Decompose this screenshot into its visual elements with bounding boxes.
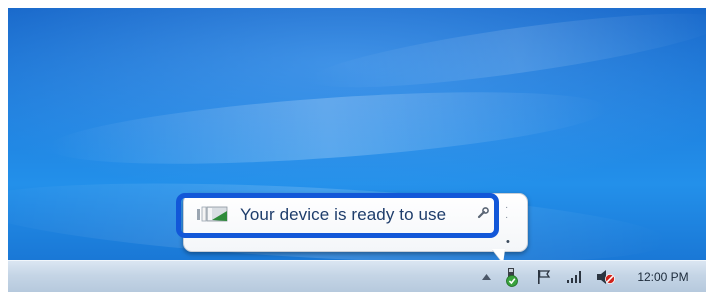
wrench-icon[interactable]	[476, 206, 490, 220]
safely-remove-hardware-icon[interactable]	[499, 261, 523, 292]
wallpaper-streak	[46, 78, 610, 178]
network-signal-icon[interactable]	[564, 261, 586, 292]
flag-icon	[538, 269, 551, 284]
usb-check-icon	[506, 267, 518, 287]
chevron-up-icon	[481, 273, 491, 280]
show-hidden-icons-arrow[interactable]	[478, 261, 494, 292]
balloon-fragment: •	[506, 236, 510, 248]
speaker-muted-icon	[597, 269, 615, 284]
system-clock[interactable]: 12:00 PM	[630, 261, 696, 292]
usb-device-icon	[197, 206, 228, 222]
action-center-flag-icon[interactable]	[533, 261, 555, 292]
balloon-close-dots[interactable]: · ·	[505, 203, 508, 223]
taskbar: 12:00 PM	[8, 260, 706, 292]
volume-muted-icon[interactable]	[594, 261, 618, 292]
signal-bars-icon	[567, 270, 581, 283]
wallpaper-streak	[306, 8, 706, 103]
notification-message[interactable]: Your device is ready to use	[240, 205, 446, 225]
